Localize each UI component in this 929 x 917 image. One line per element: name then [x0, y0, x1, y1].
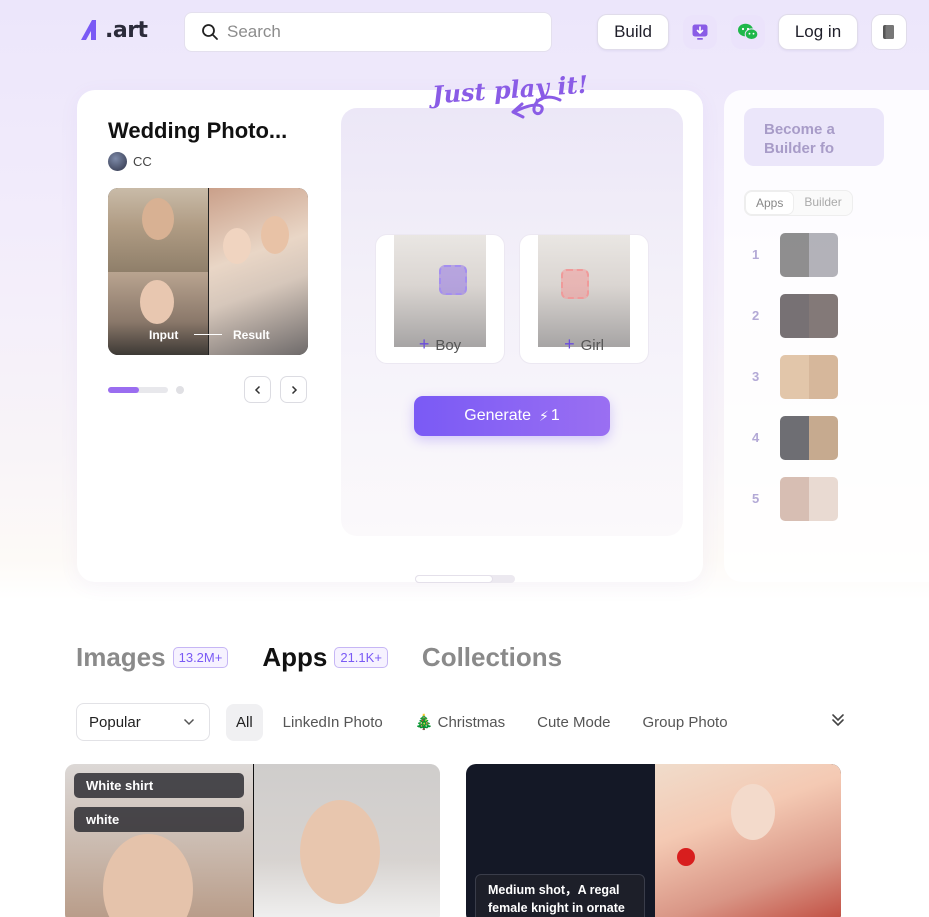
rank-number: 3	[752, 369, 760, 384]
sort-dropdown[interactable]: Popular	[76, 703, 210, 741]
search-input[interactable]	[227, 22, 527, 42]
chip-all[interactable]: All	[226, 703, 263, 741]
content-type-tabs: Images 13.2M+ Apps 21.1K+ Collections	[76, 642, 596, 673]
wechat-button[interactable]	[731, 15, 765, 49]
input-photo-man	[108, 188, 208, 272]
download-app-button[interactable]	[683, 15, 717, 49]
lightning-icon: ⚡	[538, 407, 549, 424]
apps-count-badge: 21.1K+	[334, 647, 388, 668]
plus-icon: +	[418, 334, 430, 354]
boy-upload-card[interactable]: + Boy	[375, 234, 505, 364]
author[interactable]: CC	[108, 152, 152, 171]
card-result-photo	[254, 764, 440, 917]
next-button[interactable]	[280, 376, 307, 403]
card-result-photo	[655, 764, 841, 917]
chevron-down-icon	[183, 718, 195, 726]
ranked-app-thumbnail[interactable]	[780, 233, 838, 277]
generate-button[interactable]: Generate ⚡ 1	[414, 396, 610, 436]
rank-number: 2	[752, 308, 760, 323]
hero-scroll-indicator[interactable]	[415, 575, 515, 583]
prompt-text: Medium shot，A regal female knight in orn…	[475, 874, 645, 917]
author-avatar	[108, 152, 127, 171]
ranked-app-thumbnail[interactable]	[780, 416, 838, 460]
images-count-badge: 13.2M+	[172, 647, 229, 668]
author-name: CC	[133, 154, 152, 169]
featured-app-title[interactable]: Wedding Photo...	[108, 118, 287, 144]
tab-apps[interactable]: Apps 21.1K+	[262, 642, 388, 673]
tab-apps[interactable]: Apps	[745, 191, 795, 215]
girl-upload-card[interactable]: + Girl	[519, 234, 649, 364]
chip-christmas[interactable]: 🎄 Christmas	[415, 713, 505, 731]
rank-number: 4	[752, 430, 760, 445]
build-button[interactable]: Build	[597, 14, 669, 50]
prompt-tag: White shirt	[74, 773, 244, 798]
builder-side-panel: Become a Builder fo Apps Builder 1 2 3 4…	[724, 90, 929, 582]
boy-face-target	[439, 265, 467, 295]
input-photo-woman	[108, 272, 208, 355]
download-icon	[692, 24, 708, 40]
login-button[interactable]: Log in	[778, 14, 858, 50]
carousel-pager	[108, 386, 184, 394]
book-icon	[883, 25, 894, 39]
result-caption: Result	[233, 328, 270, 342]
arrow-icon	[194, 334, 222, 335]
christmas-tree-icon: 🎄	[414, 714, 434, 731]
plus-icon: +	[564, 334, 575, 354]
rank-number: 5	[752, 491, 760, 506]
generate-cost: 1	[550, 407, 560, 424]
boy-label: Boy	[435, 337, 462, 354]
filter-bar: Popular All LinkedIn Photo 🎄 Christmas C…	[76, 703, 846, 741]
chip-linkedin-photo[interactable]: LinkedIn Photo	[283, 714, 383, 731]
rose-shape	[677, 848, 695, 866]
expand-filters-icon[interactable]	[830, 712, 846, 728]
tab-builder[interactable]: Builder	[794, 191, 851, 215]
chevron-left-icon	[254, 385, 260, 394]
chip-group-photo[interactable]: Group Photo	[643, 714, 728, 731]
become-builder-banner[interactable]: Become a Builder fo	[744, 108, 884, 166]
girl-face-target	[561, 269, 589, 299]
carousel-progress	[108, 387, 139, 393]
sort-value: Popular	[89, 713, 141, 731]
search-icon	[202, 24, 218, 40]
ranking-tabs: Apps Builder	[744, 190, 853, 216]
prompt-tag: white	[74, 807, 244, 832]
ranked-app-thumbnail[interactable]	[780, 355, 838, 399]
tab-collections[interactable]: Collections	[422, 642, 562, 673]
app-card[interactable]: Medium shot，A regal female knight in orn…	[466, 764, 841, 917]
docs-button[interactable]	[871, 14, 907, 50]
wechat-icon	[738, 23, 759, 40]
girl-label: Girl	[580, 337, 604, 354]
rank-number: 1	[752, 247, 760, 262]
chevron-right-icon	[291, 385, 297, 394]
prev-button[interactable]	[244, 376, 271, 403]
chip-cute-mode[interactable]: Cute Mode	[537, 714, 610, 731]
search-bar[interactable]	[184, 12, 552, 52]
generate-label: Generate	[464, 407, 531, 424]
ranked-app-thumbnail[interactable]	[780, 477, 838, 521]
logo-mark-icon	[81, 20, 96, 40]
example-preview: Input Result	[108, 188, 308, 355]
featured-app-card: Wedding Photo... CC Input Result + Boy +…	[77, 90, 703, 582]
logo[interactable]: .art	[78, 16, 148, 44]
tab-images[interactable]: Images 13.2M+	[76, 642, 229, 673]
ranked-app-thumbnail[interactable]	[780, 294, 838, 338]
app-card[interactable]: White shirt white	[65, 764, 440, 917]
input-caption: Input	[149, 328, 179, 342]
logo-text: .art	[105, 17, 148, 43]
